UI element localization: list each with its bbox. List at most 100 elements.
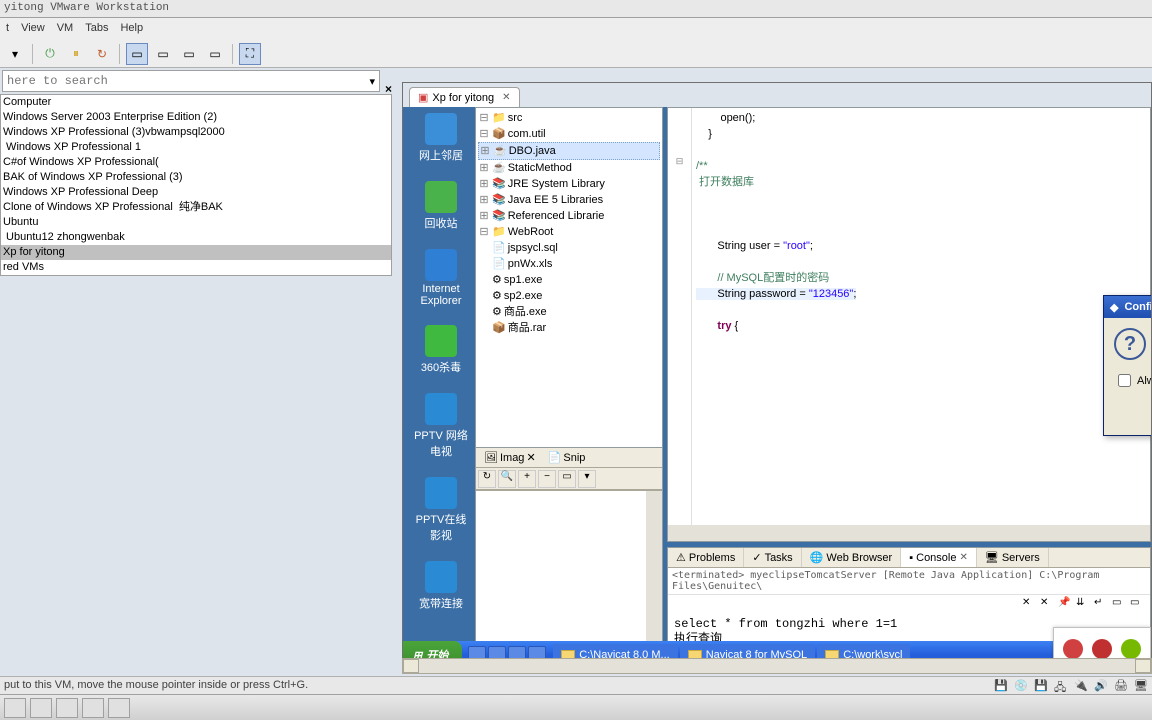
tool-zoomout-icon[interactable]: − [538, 470, 556, 488]
dropdown-icon[interactable]: ▾ [369, 75, 375, 88]
tab-snip[interactable]: 📄Snip [544, 450, 590, 465]
suspend-icon[interactable]: ⏸ [65, 43, 87, 65]
menu-dropdown-icon[interactable]: ▾ [4, 43, 26, 65]
host-tb-icon[interactable] [56, 698, 78, 718]
menu-help[interactable]: Help [120, 22, 143, 36]
tree-item[interactable]: ⊟📦com.util [478, 126, 660, 142]
desktop-icon[interactable]: 网上邻居 [413, 113, 469, 163]
tree-item[interactable]: ⊟📁src [478, 110, 660, 126]
tab-console[interactable]: ▪Console ✕ [901, 548, 977, 567]
vm-list-item[interactable]: Windows Server 2003 Enterprise Edition (… [1, 110, 391, 125]
java-editor[interactable]: ⊟ open(); } /** 打开数据库 String user = "roo… [667, 107, 1151, 542]
view2-icon[interactable]: ▭ [178, 43, 200, 65]
console-close-icon[interactable]: ✕ [959, 552, 967, 563]
vm-list-item[interactable]: Windows XP Professional (3)vbwampsql2000 [1, 125, 391, 140]
host-tb-icon[interactable] [108, 698, 130, 718]
view-icon[interactable]: ▭ [152, 43, 174, 65]
console-clear-icon[interactable]: ✕ [1022, 597, 1038, 613]
menu-vm[interactable]: VM [57, 22, 74, 36]
host-tb-icon[interactable] [4, 698, 26, 718]
console-wrap-icon[interactable]: ↵ [1094, 597, 1110, 613]
power-on-icon[interactable]: ⏻ [39, 43, 61, 65]
search-input[interactable] [7, 74, 369, 88]
tree-item[interactable]: ⊞📚Referenced Librarie [478, 208, 660, 224]
console-min-icon[interactable]: ▭ [1130, 597, 1146, 613]
view3-icon[interactable]: ▭ [204, 43, 226, 65]
tab-close-icon[interactable]: ✕ [526, 451, 535, 464]
desktop-icon[interactable]: Internet Explorer [413, 249, 469, 307]
disk-icon[interactable]: 💾 [994, 679, 1008, 693]
tree-item[interactable]: 📦商品.rar [478, 320, 660, 336]
snapshot-icon[interactable]: ▭ [126, 43, 148, 65]
vm-list-item[interactable]: Xp for yitong [1, 245, 391, 260]
console-open-icon[interactable]: ▭ [1112, 597, 1128, 613]
tree-item[interactable]: ⚙sp2.exe [478, 288, 660, 304]
tree-item[interactable]: ⊞📚Java EE 5 Libraries [478, 192, 660, 208]
project-tree[interactable]: ⊟📁src ⊟📦com.util ⊞☕DBO.java ⊞☕StaticMeth… [476, 108, 662, 338]
vm-hscroll[interactable] [402, 658, 1152, 674]
fullscreen-icon[interactable]: ⛶ [239, 43, 261, 65]
tab-servers[interactable]: 🖥Servers [977, 548, 1049, 567]
vm-list-item[interactable]: BAK of Windows XP Professional (3) [1, 170, 391, 185]
desktop-icon[interactable]: 宽带连接 [413, 561, 469, 611]
always-exit-checkbox[interactable]: Always exit without prompt [1118, 374, 1151, 387]
scroll-left-icon[interactable] [403, 659, 419, 673]
host-tb-icon[interactable] [82, 698, 104, 718]
cd-icon[interactable]: 💿 [1014, 679, 1028, 693]
tab-browser[interactable]: 🌐Web Browser [802, 548, 902, 567]
vm-list-item[interactable]: Ubuntu12 zhongwenbak [1, 230, 391, 245]
tree-item[interactable]: ⊞📚JRE System Library [478, 176, 660, 192]
vm-tab-xp[interactable]: ▣ Xp for yitong ✕ [409, 87, 520, 107]
scroll-right-icon[interactable] [1135, 659, 1151, 673]
tree-item[interactable]: ⊟📁WebRoot [478, 224, 660, 240]
editor-code[interactable]: open(); } /** 打开数据库 String user = "root"… [692, 108, 1150, 525]
console-scroll-icon[interactable]: ⇊ [1076, 597, 1092, 613]
editor-hscroll[interactable] [668, 525, 1150, 541]
tree-item[interactable]: ⊞☕DBO.java [478, 142, 660, 160]
vm-list-item[interactable]: Windows XP Professional Deep [1, 185, 391, 200]
floppy-icon[interactable]: 💾 [1034, 679, 1048, 693]
menu-view[interactable]: View [21, 22, 45, 36]
tree-item[interactable]: 📄jspsycl.sql [478, 240, 660, 256]
tab-image[interactable]: 🖼Imag ✕ [480, 450, 540, 465]
host-tb-icon[interactable] [30, 698, 52, 718]
menu-tabs[interactable]: Tabs [85, 22, 108, 36]
tree-item[interactable]: 📄pnWx.xls [478, 256, 660, 272]
vm-list-item[interactable]: Clone of Windows XP Professional 纯净BAK [1, 200, 391, 215]
checkbox-input[interactable] [1118, 374, 1131, 387]
tree-item[interactable]: ⊞☕StaticMethod [478, 160, 660, 176]
tray-item-icon[interactable] [1063, 639, 1083, 659]
menu-edit[interactable]: t [6, 22, 9, 36]
console-pin-icon[interactable]: 📌 [1058, 597, 1074, 613]
tool-refresh-icon[interactable]: ↻ [478, 470, 496, 488]
tree-item[interactable]: ⚙sp1.exe [478, 272, 660, 288]
desktop-icon[interactable]: 回收站 [413, 181, 469, 231]
tool-fit-icon[interactable]: ▭ [558, 470, 576, 488]
desktop-icon[interactable]: PPTV 网络电视 [413, 393, 469, 459]
vm-list-item[interactable]: red VMs [1, 260, 391, 275]
desktop-icon[interactable]: 360杀毒 [413, 325, 469, 375]
sidebar-close-icon[interactable]: × [385, 82, 392, 96]
vm-list-item[interactable]: Windows XP Professional 1 [1, 140, 391, 155]
display-icon[interactable]: 🖥 [1134, 679, 1148, 693]
usb-icon[interactable]: 🔌 [1074, 679, 1088, 693]
tool-menu-icon[interactable]: ▾ [578, 470, 596, 488]
reset-icon[interactable]: ↻ [91, 43, 113, 65]
vm-list-item[interactable]: C#of Windows XP Professional( [1, 155, 391, 170]
sound-icon[interactable]: 🔊 [1094, 679, 1108, 693]
tab-problems[interactable]: ⚠Problems [668, 548, 744, 567]
dialog-titlebar[interactable]: ◆ Confirm Exit [1104, 296, 1151, 318]
tab-tasks[interactable]: ✓Tasks [744, 548, 801, 567]
desktop-icon[interactable]: PPTV在线影视 [413, 477, 469, 543]
tool-zoom-icon[interactable]: 🔍 [498, 470, 516, 488]
vm-tab-close-icon[interactable]: ✕ [502, 92, 510, 103]
vm-list-item[interactable]: Computer [1, 95, 391, 110]
xp-desktop[interactable]: 网上邻居回收站 Internet Explorer 360杀毒 PPTV 网络电视 PP… [403, 107, 1151, 669]
tool-zoomin-icon[interactable]: + [518, 470, 536, 488]
printer-icon[interactable]: 🖨 [1114, 679, 1128, 693]
tray-item-icon[interactable] [1121, 639, 1141, 659]
net-icon[interactable]: 🖧 [1054, 679, 1068, 693]
console-remove-icon[interactable]: ✕ [1040, 597, 1056, 613]
vm-list-item[interactable]: Ubuntu [1, 215, 391, 230]
tree-item[interactable]: ⚙商品.exe [478, 304, 660, 320]
